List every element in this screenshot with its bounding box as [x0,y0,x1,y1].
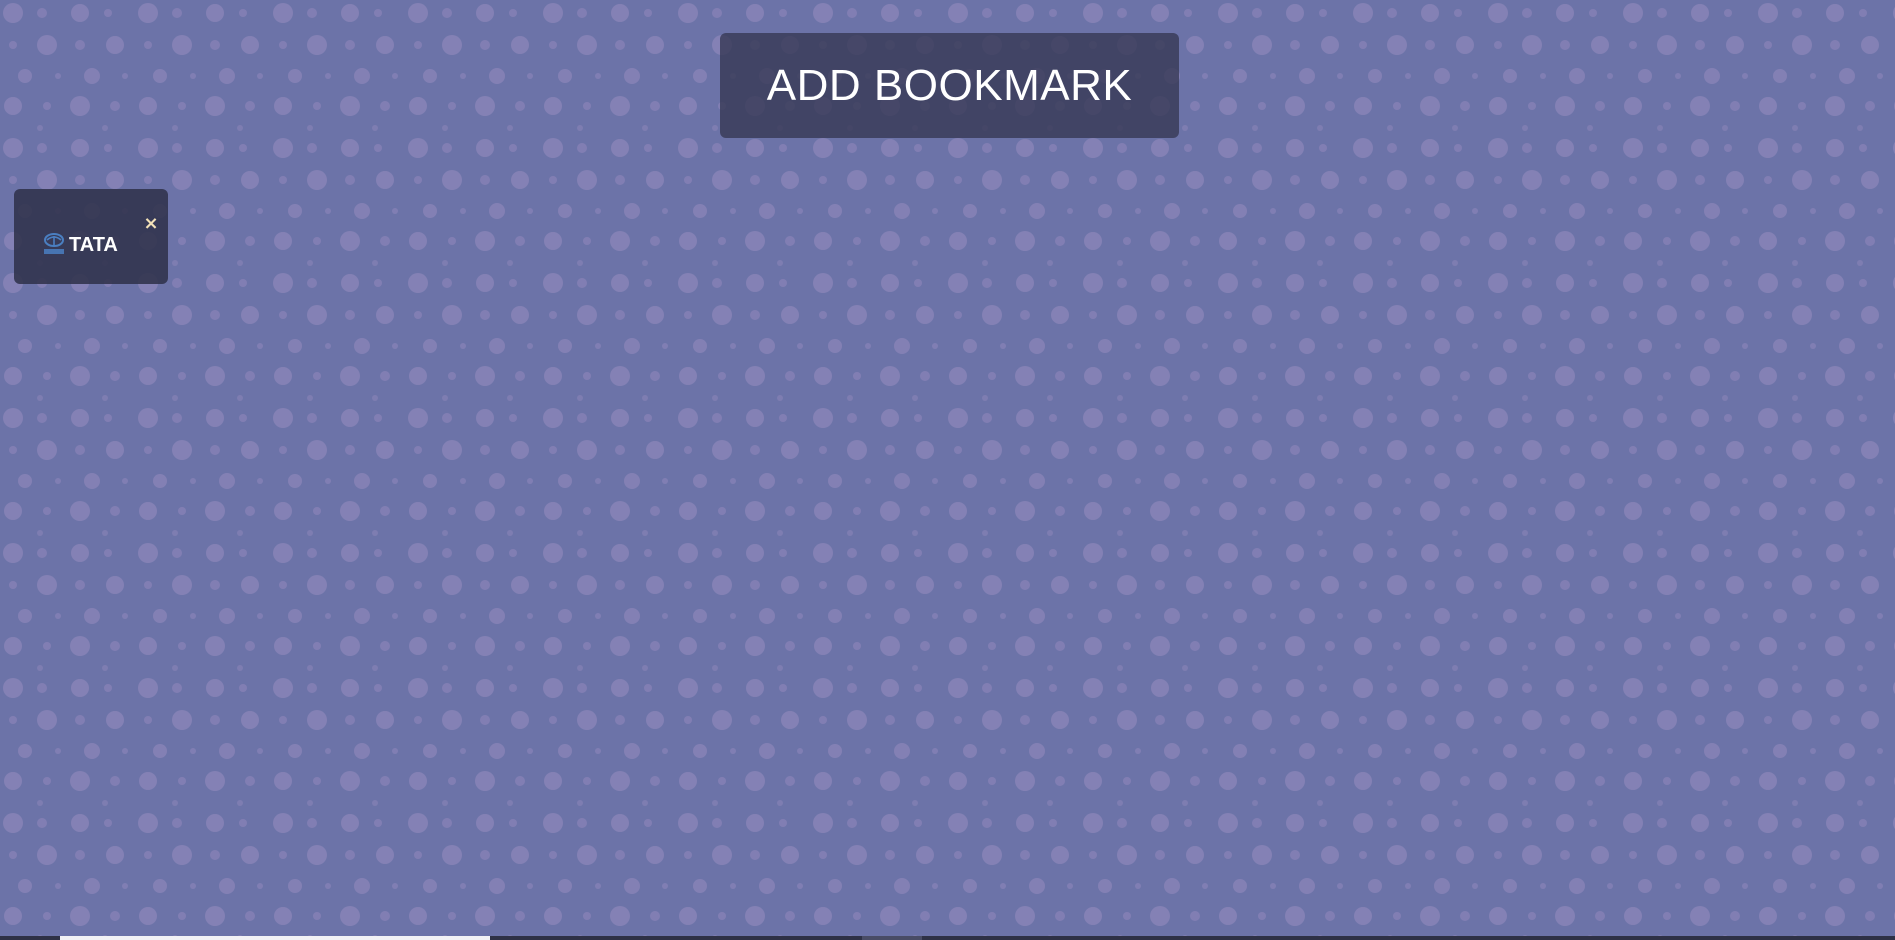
scrollbar-thumb[interactable] [60,936,490,940]
scrollbar-segment [862,936,922,940]
bookmark-link[interactable]: TATA [41,232,118,258]
bookmark-card: × TATA [14,189,168,284]
close-icon[interactable]: × [141,213,161,234]
horizontal-scrollbar[interactable] [0,936,1895,940]
add-bookmark-button[interactable]: ADD BOOKMARK [720,33,1179,138]
background-dot-pattern [0,0,1895,940]
tata-logo-icon [41,232,67,258]
bookmark-label: TATA [69,233,118,256]
